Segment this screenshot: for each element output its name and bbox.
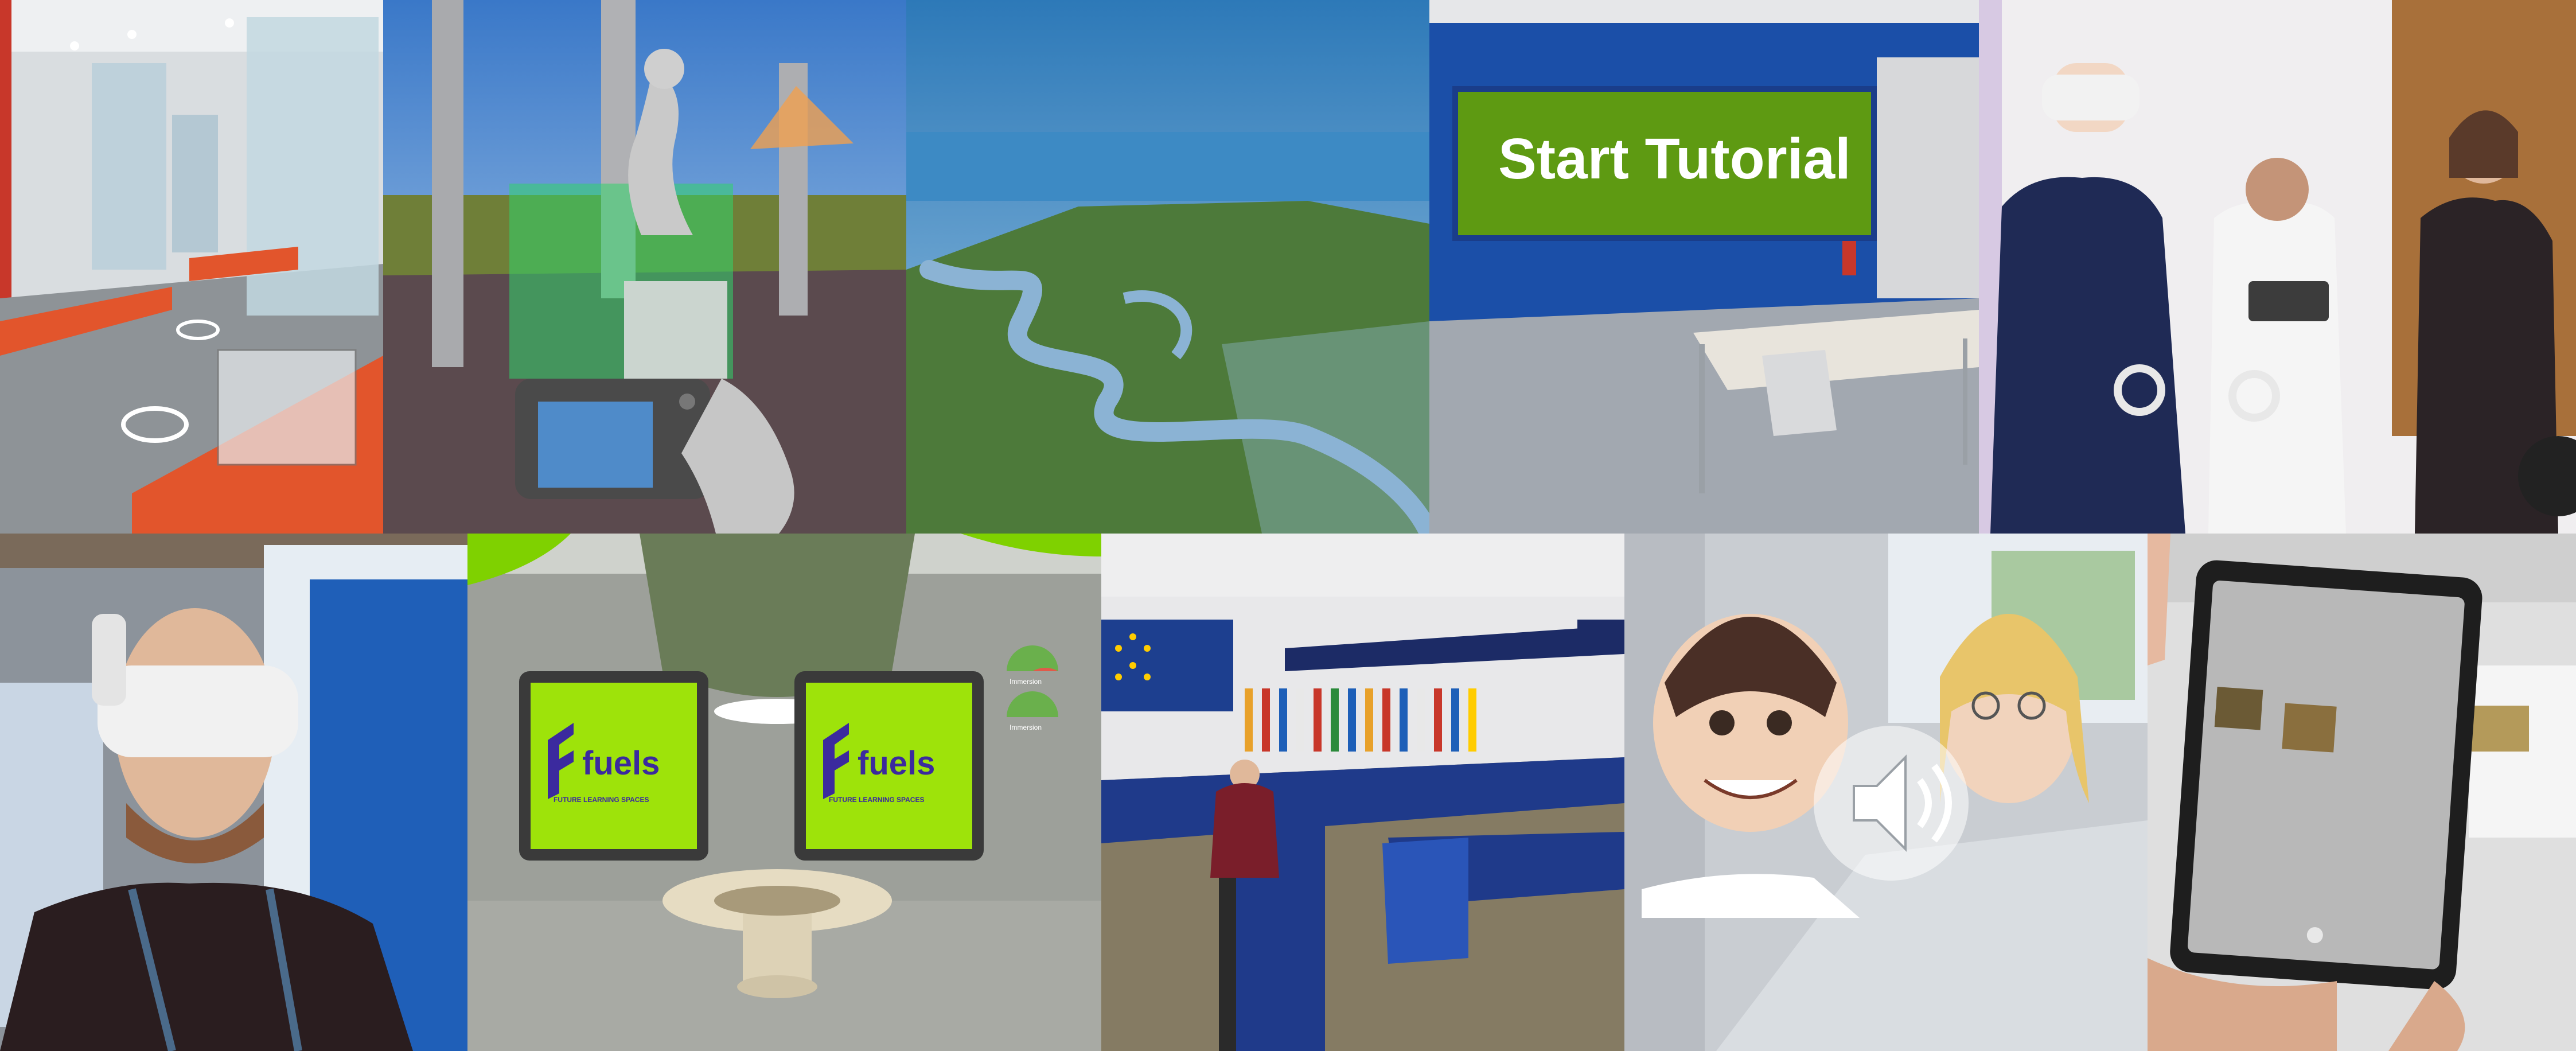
start-tutorial-label: Start Tutorial <box>1498 127 1851 191</box>
cartoon-avatars-audio-scene <box>1624 534 2148 1051</box>
man-wearing-vr-headset-photo <box>0 534 467 1051</box>
people-vr-demo-photo <box>1979 0 2576 534</box>
vr-statue-camera-scene <box>383 0 906 534</box>
museum-exhibition-photo <box>0 0 383 534</box>
aerial-river-terrain-view <box>906 0 1429 534</box>
tablet-icon <box>2170 560 2483 990</box>
gauge-label-top: Immersion <box>1010 678 1042 686</box>
fuels-brand-right: fuels <box>858 745 935 782</box>
photo-collage: Start Tutorial fuels fuels FUTURE LEARNI… <box>0 0 2576 1051</box>
virtual-parliament-scene <box>1101 534 1624 1051</box>
vr-headset-icon <box>2042 75 2139 120</box>
gauge-label-bottom: Immersion <box>1010 723 1042 731</box>
fuels-tagline-right: FUTURE LEARNING SPACES <box>829 796 924 804</box>
tablet-ar-blocks-photo <box>2148 534 2576 1051</box>
eu-flag-icon <box>1101 620 1233 711</box>
fuels-tagline-left: FUTURE LEARNING SPACES <box>554 796 649 804</box>
fuels-brand-left: fuels <box>582 745 660 782</box>
camera-icon <box>515 379 710 499</box>
fuels-virtual-room-scene: fuels fuels FUTURE LEARNING SPACES FUTUR… <box>467 534 1101 1051</box>
vr-headset-icon <box>98 665 298 757</box>
speaker-icon <box>1814 726 1969 881</box>
vr-classroom-tutorial-scene: Start Tutorial <box>1429 0 1979 534</box>
